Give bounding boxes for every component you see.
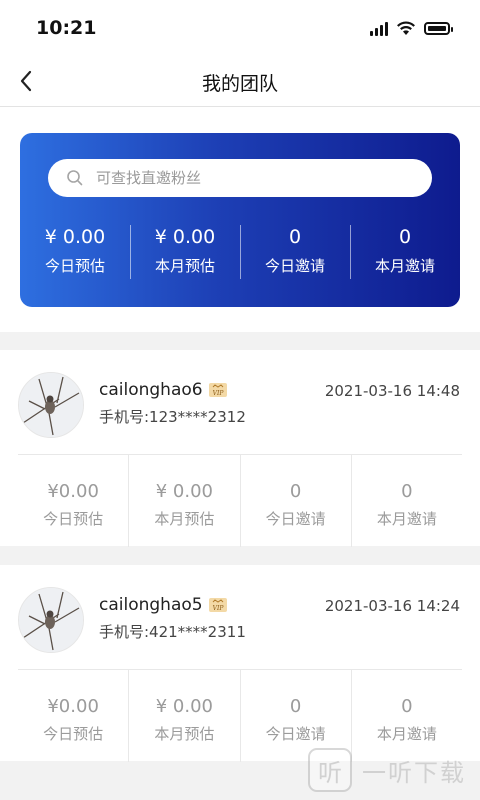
member-stats: ¥0.00 今日预估 ¥ 0.00 本月预估 0 今日邀请 0 本月邀请 <box>18 454 462 547</box>
stat-today-estimate: ¥ 0.00 今日预估 <box>20 225 130 279</box>
member-phone: 手机号:421****2311 <box>99 623 246 641</box>
stat-value: 0 <box>288 226 302 248</box>
page-title: 我的团队 <box>201 73 278 95</box>
member-stat-month-estimate: ¥ 0.00 本月预估 <box>128 670 239 762</box>
stat-label: 今日邀请 <box>264 257 325 275</box>
stat-value: 0 <box>401 696 413 717</box>
battery-icon <box>424 22 453 35</box>
member-card[interactable]: cailonghao5 VIP 手机号:421****2311 2021-03-1… <box>0 565 480 762</box>
stat-label: 本月邀请 <box>374 257 435 275</box>
summary-card: ¥ 0.00 今日预估 ¥ 0.00 本月预估 0 今日邀请 0 本月邀请 <box>20 133 460 307</box>
stat-month-invites: 0 本月邀请 <box>350 225 460 279</box>
member-username-row: cailonghao5 VIP <box>99 595 227 615</box>
stat-label: 今日预估 <box>44 257 105 275</box>
summary-stats: ¥ 0.00 今日预估 ¥ 0.00 本月预估 0 今日邀请 0 本月邀请 <box>20 225 460 279</box>
stat-label: 本月预估 <box>154 725 215 743</box>
stat-label: 今日预估 <box>43 510 104 528</box>
search-icon <box>67 170 83 186</box>
stat-value: ¥ 0.00 <box>154 226 216 248</box>
stat-value: 0 <box>398 226 412 248</box>
stat-value: 0 <box>289 481 302 502</box>
stat-label: 本月预估 <box>154 257 215 275</box>
summary-section: ¥ 0.00 今日预估 ¥ 0.00 本月预估 0 今日邀请 0 本月邀请 <box>0 107 480 332</box>
avatar-bird-image <box>19 588 83 652</box>
status-time: 10:21 <box>36 17 97 39</box>
member-phone: 手机号:123****2312 <box>99 408 246 426</box>
signal-icon <box>370 21 388 36</box>
watermark-logo-icon: 听 <box>308 748 352 792</box>
nav-bar: 我的团队 <box>0 56 480 107</box>
member-stat-month-estimate: ¥ 0.00 本月预估 <box>128 455 239 547</box>
svg-text:VIP: VIP <box>212 605 224 612</box>
stat-label: 本月预估 <box>154 510 215 528</box>
member-stat-today-estimate: ¥0.00 今日预估 <box>18 455 128 547</box>
avatar-bird-image <box>19 373 83 437</box>
stat-label: 今日邀请 <box>265 510 326 528</box>
stat-value: ¥0.00 <box>47 696 99 717</box>
vip-badge-icon: VIP <box>208 383 227 397</box>
stat-month-estimate: ¥ 0.00 本月预估 <box>130 225 240 279</box>
search-bar[interactable] <box>48 159 432 197</box>
stat-label: 今日预估 <box>43 725 104 743</box>
member-join-date: 2021-03-16 14:48 <box>324 382 460 400</box>
status-icons <box>370 21 453 36</box>
stat-value: ¥0.00 <box>47 481 99 502</box>
stat-value: ¥ 0.00 <box>155 696 213 717</box>
stat-value: 0 <box>401 481 413 502</box>
member-username-row: cailonghao6 VIP <box>99 380 227 400</box>
stat-label: 今日邀请 <box>265 725 326 743</box>
avatar <box>18 372 84 438</box>
vip-badge-icon: VIP <box>208 598 227 612</box>
watermark: 听 一听下载 <box>308 748 466 792</box>
avatar <box>18 587 84 653</box>
member-join-date: 2021-03-16 14:24 <box>324 597 460 615</box>
member-card[interactable]: cailonghao6 VIP 手机号:123****2312 2021-03-1… <box>0 350 480 547</box>
stat-value: ¥ 0.00 <box>155 481 213 502</box>
member-stat-today-estimate: ¥0.00 今日预估 <box>18 670 128 762</box>
stat-today-invites: 0 今日邀请 <box>240 225 350 279</box>
svg-text:VIP: VIP <box>212 390 224 397</box>
wifi-icon <box>397 21 415 35</box>
stat-label: 本月邀请 <box>376 510 437 528</box>
stat-value: 0 <box>289 696 302 717</box>
status-bar: 10:21 <box>0 0 480 56</box>
stat-label: 本月邀请 <box>376 725 437 743</box>
search-input[interactable] <box>94 168 398 188</box>
stat-value: ¥ 0.00 <box>44 226 106 248</box>
member-stat-month-invites: 0 本月邀请 <box>350 455 462 547</box>
member-username: cailonghao5 <box>99 595 203 615</box>
member-stat-today-invites: 0 今日邀请 <box>239 455 351 547</box>
watermark-text: 一听下载 <box>362 758 466 787</box>
member-username: cailonghao6 <box>99 380 203 400</box>
